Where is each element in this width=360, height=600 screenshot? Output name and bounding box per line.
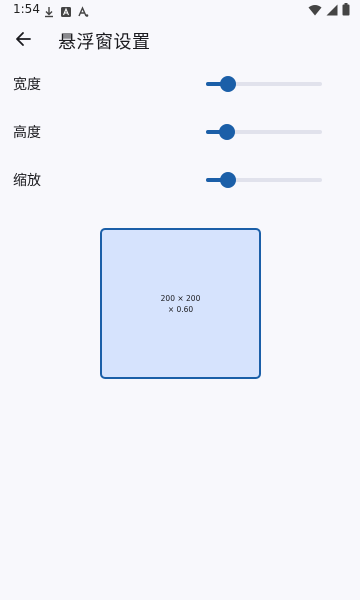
font-a-alt-icon bbox=[77, 3, 89, 17]
back-button[interactable] bbox=[8, 26, 38, 56]
width-label: 宽度 bbox=[13, 77, 41, 93]
status-time: 1:54 bbox=[13, 2, 40, 16]
scale-setting-row: 缩放 bbox=[0, 165, 360, 195]
status-right-icons bbox=[308, 1, 350, 20]
download-icon bbox=[43, 3, 55, 18]
preview-scale-text: × 0.60 bbox=[167, 304, 194, 314]
slider-thumb[interactable] bbox=[218, 124, 235, 140]
status-bar: 1:54 bbox=[0, 0, 360, 20]
arrow-back-icon bbox=[15, 31, 31, 51]
scale-slider[interactable] bbox=[206, 165, 322, 195]
slider-thumb[interactable] bbox=[220, 76, 237, 92]
height-slider[interactable] bbox=[206, 117, 322, 147]
floating-window-preview: 200 × 200 × 0.60 bbox=[100, 228, 261, 379]
signal-icon bbox=[326, 1, 338, 20]
wifi-icon bbox=[308, 1, 322, 20]
scale-label: 缩放 bbox=[13, 173, 41, 189]
width-setting-row: 宽度 bbox=[0, 69, 360, 99]
slider-thumb[interactable] bbox=[220, 172, 237, 188]
height-label: 高度 bbox=[13, 125, 41, 141]
page-title: 悬浮窗设置 bbox=[58, 32, 151, 53]
font-a-icon bbox=[60, 3, 72, 17]
app-bar: 悬浮窗设置 bbox=[0, 20, 360, 64]
preview-size-text: 200 × 200 bbox=[160, 293, 201, 303]
battery-icon bbox=[342, 1, 350, 20]
width-slider[interactable] bbox=[206, 69, 322, 99]
height-setting-row: 高度 bbox=[0, 117, 360, 147]
floating-window-settings-screen: 1:54 悬浮窗设置 宽度 高度 缩放 200 × 200 × 0.60 bbox=[0, 0, 360, 600]
